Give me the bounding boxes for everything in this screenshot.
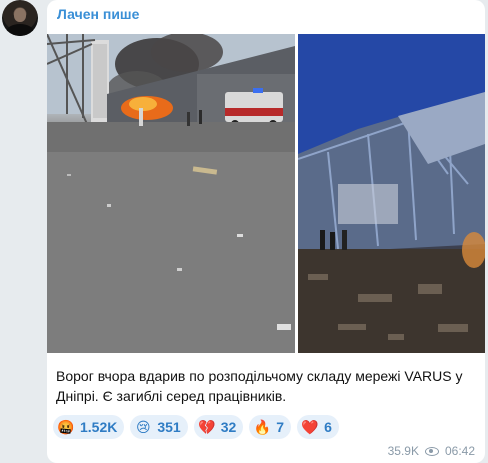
eye-icon [424, 446, 439, 456]
view-count: 35.9K [387, 444, 419, 458]
fire-icon: 🔥 [253, 419, 272, 435]
reaction-count: 7 [276, 419, 285, 435]
reaction-fire[interactable]: 🔥 7 [249, 415, 292, 439]
photo-warehouse-ruins[interactable] [298, 34, 485, 353]
reactions-bar: 🤬 1.52K 😢 351 💔 32 🔥 7 ❤️ 6 [53, 415, 339, 439]
avatar-face [14, 8, 26, 22]
reaction-count: 351 [157, 419, 181, 435]
reaction-count: 1.52K [80, 419, 118, 435]
angry-face-icon: 🤬 [57, 419, 75, 435]
message-bubble: Лачен пише Ворог вчора вдарив по розподі… [47, 0, 485, 463]
media-album [47, 34, 485, 353]
message-text: Ворог вчора вдарив по розподільчому скла… [56, 368, 463, 404]
photo-warehouse-fire[interactable] [47, 34, 295, 353]
heart-icon: ❤️ [301, 419, 319, 435]
reaction-heart[interactable]: ❤️ 6 [297, 415, 339, 439]
channel-avatar[interactable] [2, 0, 38, 36]
photo-warehouse-ruins-drawing [298, 34, 485, 353]
reaction-broken-heart[interactable]: 💔 32 [193, 415, 244, 439]
message-meta: 35.9K 06:42 [388, 444, 475, 458]
photo-warehouse-fire-drawing [47, 34, 295, 353]
avatar-shoulders [6, 24, 34, 36]
reaction-angry[interactable]: 🤬 1.52K [53, 415, 125, 439]
reaction-crying[interactable]: 😢 351 [130, 415, 188, 439]
crying-face-icon: 😢 [136, 419, 151, 435]
message-time: 06:42 [444, 444, 475, 458]
broken-heart-icon: 💔 [198, 419, 216, 435]
reaction-count: 6 [324, 419, 332, 435]
author-name[interactable]: Лачен пише [57, 6, 139, 22]
reaction-count: 32 [220, 419, 237, 435]
